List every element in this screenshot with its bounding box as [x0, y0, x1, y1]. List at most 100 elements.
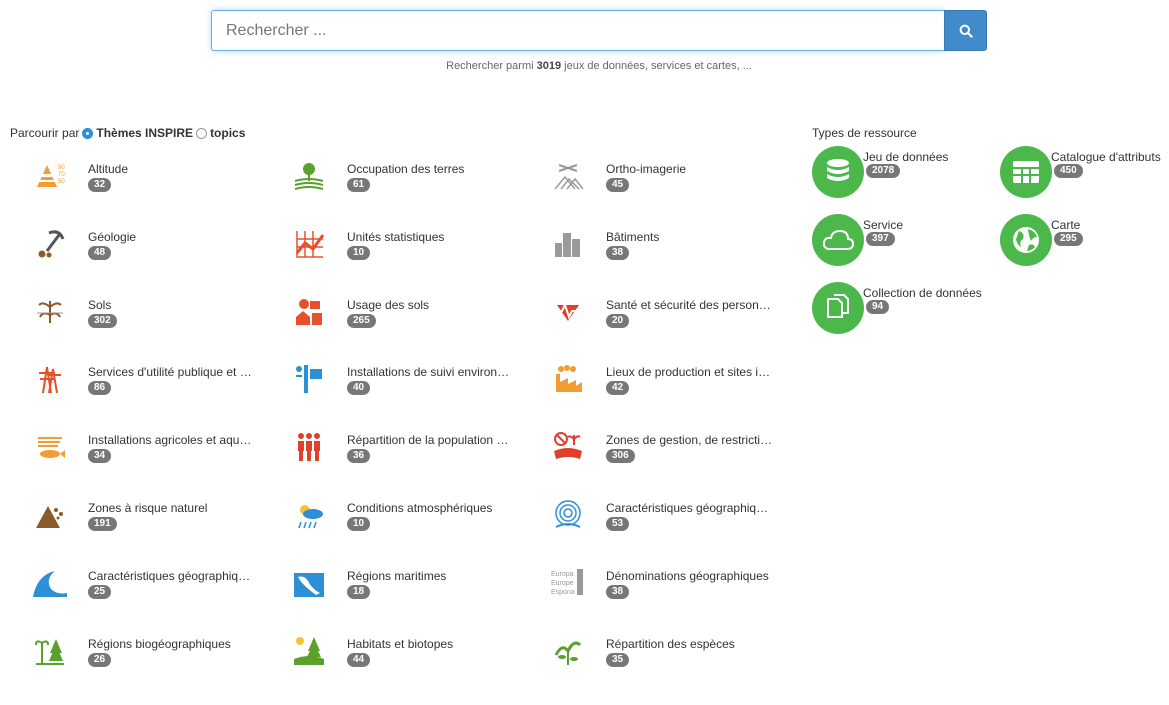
theme-count-badge: 35	[606, 653, 630, 667]
resource-type-item[interactable]: Catalogue d'attributs 450	[1000, 146, 1169, 202]
resource-type-label: Collection de données	[863, 286, 982, 300]
copy-icon	[812, 282, 864, 334]
theme-item[interactable]: Caractéristiques géographiq… 25	[30, 564, 270, 604]
theme-count-badge: 38	[606, 585, 630, 599]
theme-label: Régions biogéographiques	[88, 637, 231, 651]
theme-item[interactable]: Régions biogéographiques 26	[30, 632, 270, 672]
theme-label: Habitats et biotopes	[347, 637, 454, 651]
svg-text:Espona: Espona	[551, 589, 575, 596]
theme-label: Caractéristiques géographiq…	[606, 501, 769, 515]
theme-label: Zones à risque naturel	[88, 501, 208, 515]
theme-item[interactable]: Unités statistiques 10	[289, 225, 529, 265]
theme-count-badge: 10	[347, 246, 371, 260]
resource-type-item[interactable]: Service 397	[812, 214, 992, 270]
altitude-icon: 90 70 50	[30, 157, 70, 195]
resource-type-label: Catalogue d'attributs	[1051, 150, 1161, 164]
meteorological-icon	[548, 496, 588, 534]
theme-item[interactable]: Régions maritimes 18	[289, 564, 529, 604]
theme-label: Caractéristiques géographiq…	[88, 569, 251, 583]
theme-item[interactable]: Habitats et biotopes 44	[289, 632, 529, 672]
browse-header: Parcourir par Thèmes INSPIRE topics	[10, 126, 245, 140]
theme-count-badge: 26	[88, 653, 112, 667]
radio-topics[interactable]	[196, 127, 208, 139]
theme-label: Dénominations géographiques	[606, 569, 769, 583]
theme-label: Ortho-imagerie	[606, 162, 687, 176]
theme-item[interactable]: Usage des sols 265	[289, 293, 529, 333]
theme-item[interactable]: Bâtiments 38	[548, 225, 788, 265]
table-icon	[1000, 146, 1052, 198]
theme-item[interactable]: Géologie 48	[30, 225, 270, 265]
search-input[interactable]	[211, 10, 944, 51]
resource-type-count-badge: 397	[866, 232, 895, 246]
theme-item[interactable]: Conditions atmosphériques 10	[289, 496, 529, 536]
theme-item[interactable]: Répartition de la population … 36	[289, 428, 529, 468]
theme-item[interactable]: Occupation des terres 61	[289, 157, 529, 197]
search-hint-count: 3019	[536, 60, 562, 72]
theme-item[interactable]: Installations de suivi environ… 40	[289, 360, 529, 400]
search-bar	[211, 10, 987, 51]
sea-regions-icon	[289, 564, 329, 602]
theme-label: Altitude	[88, 162, 129, 176]
monitoring-icon	[289, 360, 329, 398]
globe-icon	[1000, 214, 1052, 266]
theme-count-badge: 42	[606, 381, 630, 395]
theme-label: Régions maritimes	[347, 569, 447, 583]
theme-item[interactable]: Services d'utilité publique et … 86	[30, 360, 270, 400]
management-zones-icon	[548, 428, 588, 466]
theme-label: Santé et sécurité des person…	[606, 298, 771, 312]
theme-item[interactable]: Zones à risque naturel 191	[30, 496, 270, 536]
resource-type-item[interactable]: Jeu de données 2078	[812, 146, 992, 202]
theme-count-badge: 265	[347, 314, 376, 328]
theme-count-badge: 61	[347, 178, 371, 192]
theme-count-badge: 10	[347, 517, 371, 531]
theme-item[interactable]: Santé et sécurité des person… 20	[548, 293, 788, 333]
theme-item[interactable]: Zones de gestion, de restricti… 306	[548, 428, 788, 468]
species-icon	[548, 632, 588, 670]
theme-label: Services d'utilité publique et …	[88, 365, 252, 379]
theme-label: Sols	[88, 298, 112, 312]
resource-type-label: Jeu de données	[863, 150, 949, 164]
svg-text:70: 70	[58, 172, 65, 178]
theme-label: Conditions atmosphériques	[347, 501, 493, 515]
theme-count-badge: 48	[88, 246, 112, 260]
theme-item[interactable]: Sols 302	[30, 293, 270, 333]
theme-item[interactable]: Lieux de production et sites i… 42	[548, 360, 788, 400]
oceanographic-icon	[30, 564, 70, 602]
theme-label: Unités statistiques	[347, 230, 445, 244]
theme-item[interactable]: Répartition des espèces 35	[548, 632, 788, 672]
resource-type-count-badge: 450	[1054, 164, 1083, 178]
resource-type-item[interactable]: Collection de données 94	[812, 282, 992, 338]
land-use-icon	[289, 293, 329, 331]
svg-text:Europe: Europe	[551, 580, 574, 587]
resource-type-item[interactable]: Carte 295	[1000, 214, 1169, 270]
radio-inspire[interactable]	[82, 127, 94, 139]
resource-type-label: Service	[863, 218, 904, 232]
radio-inspire-label[interactable]: Thèmes INSPIRE	[96, 126, 193, 140]
theme-label: Répartition de la population …	[347, 433, 509, 447]
theme-item[interactable]: Caractéristiques géographiq… 53	[548, 496, 788, 536]
land-cover-icon	[289, 157, 329, 195]
theme-item[interactable]: 90 70 50 Altitude 32	[30, 157, 270, 197]
resource-type-count-badge: 295	[1054, 232, 1083, 246]
utility-services-icon	[30, 360, 70, 398]
theme-label: Installations de suivi environ…	[347, 365, 510, 379]
statistical-units-icon	[289, 225, 329, 263]
theme-label: Usage des sols	[347, 298, 430, 312]
resource-type-label: Carte	[1051, 218, 1081, 232]
theme-label: Lieux de production et sites i…	[606, 365, 771, 379]
theme-item[interactable]: Installations agricoles et aqu… 34	[30, 428, 270, 468]
svg-text:90: 90	[58, 165, 65, 171]
search-button[interactable]	[944, 10, 987, 51]
habitats-icon	[289, 632, 329, 670]
database-icon	[812, 146, 864, 198]
radio-topics-label[interactable]: topics	[210, 126, 245, 140]
search-hint: Rechercher parmi 3019 jeux de données, s…	[211, 60, 987, 72]
theme-item[interactable]: Europa Europe Espona Dénominations géograph…	[548, 564, 788, 604]
resource-type-count-badge: 94	[866, 300, 890, 314]
theme-item[interactable]: Ortho-imagerie 45	[548, 157, 788, 197]
theme-count-badge: 38	[606, 246, 630, 260]
svg-text:Europa: Europa	[551, 571, 574, 578]
orthoimagery-icon	[548, 157, 588, 195]
health-safety-icon	[548, 293, 588, 331]
atmospheric-icon	[289, 496, 329, 534]
